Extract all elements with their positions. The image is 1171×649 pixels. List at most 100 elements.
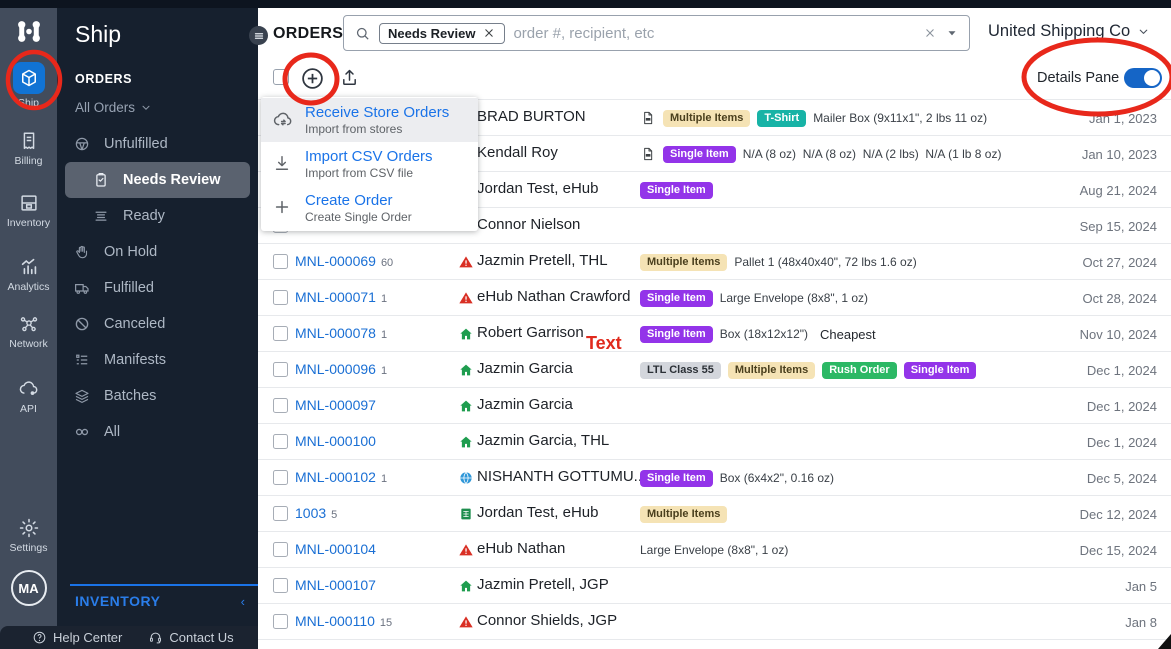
row-checkbox[interactable] xyxy=(273,326,288,341)
sidebar-item-on-hold[interactable]: On Hold xyxy=(57,234,258,270)
rail-item-billing[interactable]: Billing xyxy=(0,130,57,167)
item-count: 1 xyxy=(381,293,387,305)
sidebar-item-ready[interactable]: Ready xyxy=(57,198,258,234)
badge-ltl-class-55: LTL Class 55 xyxy=(640,362,721,379)
recipient-name: Robert Garrison xyxy=(477,324,584,341)
order-date: Dec 1, 2024 xyxy=(1087,363,1157,378)
rail-item-settings[interactable]: Settings xyxy=(0,517,57,554)
order-link[interactable]: MNL-000100 xyxy=(295,433,376,449)
row-checkbox[interactable] xyxy=(273,434,288,449)
order-link[interactable]: MNL-000104 xyxy=(295,541,376,557)
recipient-name: Jazmin Garcia, THL xyxy=(477,432,609,449)
menu-item-create-order[interactable]: Create OrderCreate Single Order xyxy=(261,186,478,230)
help-center-label: Help Center xyxy=(53,630,122,645)
left-rail: Ship Billing Inventory Analytics Network API S… xyxy=(0,8,57,649)
sidebar-item-label: Needs Review xyxy=(123,172,221,188)
table-row[interactable]: MNL-0000781 Robert Garrison Single ItemB… xyxy=(258,316,1171,352)
order-link[interactable]: MNL-000069 xyxy=(295,253,376,269)
table-row[interactable]: MNL-000100 Jazmin Garcia, THL Dec 1, 202… xyxy=(258,424,1171,460)
table-row[interactable]: MNL-0001021 NISHANTH GOTTUMU... Single I… xyxy=(258,460,1171,496)
rail-item-label: Billing xyxy=(0,155,57,167)
row-checkbox[interactable] xyxy=(273,362,288,377)
csv-file-icon xyxy=(640,110,656,126)
table-row[interactable]: MNL-000107 Jazmin Pretell, JGP Jan 5 xyxy=(258,568,1171,604)
menu-item-receive-store-orders[interactable]: Receive Store OrdersImport from stores xyxy=(261,98,478,142)
order-date: Dec 15, 2024 xyxy=(1080,543,1157,558)
sidebar-item-label: Ready xyxy=(123,208,165,224)
table-row[interactable]: 10035 Jordan Test, eHub Multiple Items D… xyxy=(258,496,1171,532)
home-icon xyxy=(458,434,474,450)
row-checkbox[interactable] xyxy=(273,578,288,593)
help-center-link[interactable]: Help Center xyxy=(32,630,122,645)
search-box[interactable]: Needs Review xyxy=(343,15,970,51)
recipient-name: Jazmin Pretell, THL xyxy=(477,252,608,269)
row-checkbox[interactable] xyxy=(273,506,288,521)
inventory-icon xyxy=(0,192,57,214)
package-details: Box (18x12x12") xyxy=(720,327,808,341)
search-filter-chip[interactable]: Needs Review xyxy=(379,23,505,44)
menu-item-import-csv-orders[interactable]: Import CSV OrdersImport from CSV file xyxy=(261,142,478,186)
row-checkbox[interactable] xyxy=(273,542,288,557)
sidebar-item-fulfilled[interactable]: Fulfilled xyxy=(57,270,258,306)
table-row[interactable]: MNL-00006960 Jazmin Pretell, THL Multipl… xyxy=(258,244,1171,280)
table-row[interactable] xyxy=(258,640,1171,649)
order-link[interactable]: MNL-000110 xyxy=(295,613,375,629)
account-switcher[interactable]: United Shipping Co xyxy=(988,22,1150,41)
rail-item-network[interactable]: Network xyxy=(0,313,57,350)
contact-us-link[interactable]: Contact Us xyxy=(148,630,233,645)
table-row[interactable]: MNL-000104 eHub Nathan Large Envelope (8… xyxy=(258,532,1171,568)
avatar[interactable]: MA xyxy=(11,570,47,606)
sidebar-item-needs-review[interactable]: Needs Review xyxy=(65,162,250,198)
sidebar-collapse-button[interactable] xyxy=(249,26,268,45)
row-checkbox[interactable] xyxy=(273,290,288,305)
rail-item-label: Ship xyxy=(0,97,57,109)
search-caret-down-icon[interactable] xyxy=(945,26,959,40)
row-checkbox[interactable] xyxy=(273,614,288,629)
all-orders-filter[interactable]: All Orders xyxy=(75,100,152,115)
order-link[interactable]: MNL-000096 xyxy=(295,361,376,377)
rail-item-ship[interactable]: Ship xyxy=(0,62,57,109)
order-link[interactable]: MNL-000107 xyxy=(295,577,376,593)
recipient-name: Connor Shields, JGP xyxy=(477,612,617,629)
sidebar-item-manifests[interactable]: Manifests xyxy=(57,342,258,378)
add-order-button[interactable] xyxy=(300,66,325,91)
search-input[interactable] xyxy=(513,25,915,42)
inventory-divider xyxy=(70,584,258,586)
row-checkbox[interactable] xyxy=(273,254,288,269)
rail-item-api[interactable]: API xyxy=(0,378,57,415)
sidebar-item-all[interactable]: All xyxy=(57,414,258,450)
item-count: 1 xyxy=(381,365,387,377)
recipient-name: Kendall Roy xyxy=(477,144,558,161)
row-checkbox[interactable] xyxy=(273,398,288,413)
order-link[interactable]: MNL-000097 xyxy=(295,397,376,413)
order-link[interactable]: 1003 xyxy=(295,505,326,521)
badge-single-item: Single Item xyxy=(640,470,713,487)
row-checkbox[interactable] xyxy=(273,470,288,485)
details-pane-toggle[interactable] xyxy=(1124,68,1162,88)
sidebar-item-inventory[interactable]: INVENTORY xyxy=(75,593,160,609)
rail-item-inventory[interactable]: Inventory xyxy=(0,192,57,229)
select-all-checkbox[interactable] xyxy=(273,69,289,85)
sidebar-item-unfulfilled[interactable]: Unfulfilled xyxy=(57,126,258,162)
order-date: Nov 10, 2024 xyxy=(1080,327,1157,342)
item-count: 1 xyxy=(381,473,387,485)
sidebar-item-batches[interactable]: Batches xyxy=(57,378,258,414)
export-button[interactable] xyxy=(339,67,360,88)
table-row[interactable]: MNL-00011015 Connor Shields, JGP Jan 8 xyxy=(258,604,1171,640)
rail-item-analytics[interactable]: Analytics xyxy=(0,256,57,293)
warning-icon xyxy=(458,290,474,306)
order-link[interactable]: MNL-000078 xyxy=(295,325,376,341)
chip-remove-icon[interactable] xyxy=(482,26,496,40)
table-row[interactable]: MNL-0000961 Jazmin Garcia LTL Class 55Mu… xyxy=(258,352,1171,388)
sidebar-item-label: Unfulfilled xyxy=(104,136,168,152)
order-link[interactable]: MNL-000071 xyxy=(295,289,376,305)
order-link[interactable]: MNL-000102 xyxy=(295,469,376,485)
unfulfilled-icon xyxy=(73,135,93,153)
sidebar-item-canceled[interactable]: Canceled xyxy=(57,306,258,342)
search-clear-icon[interactable] xyxy=(923,26,937,40)
table-row[interactable]: MNL-000097 Jazmin Garcia Dec 1, 2024 xyxy=(258,388,1171,424)
recipient-name: Jordan Test, eHub xyxy=(477,504,598,521)
inventory-collapse-icon[interactable]: ‹ xyxy=(241,594,245,609)
table-row[interactable]: MNL-0000711 eHub Nathan Crawford Single … xyxy=(258,280,1171,316)
order-date: Dec 12, 2024 xyxy=(1080,507,1157,522)
